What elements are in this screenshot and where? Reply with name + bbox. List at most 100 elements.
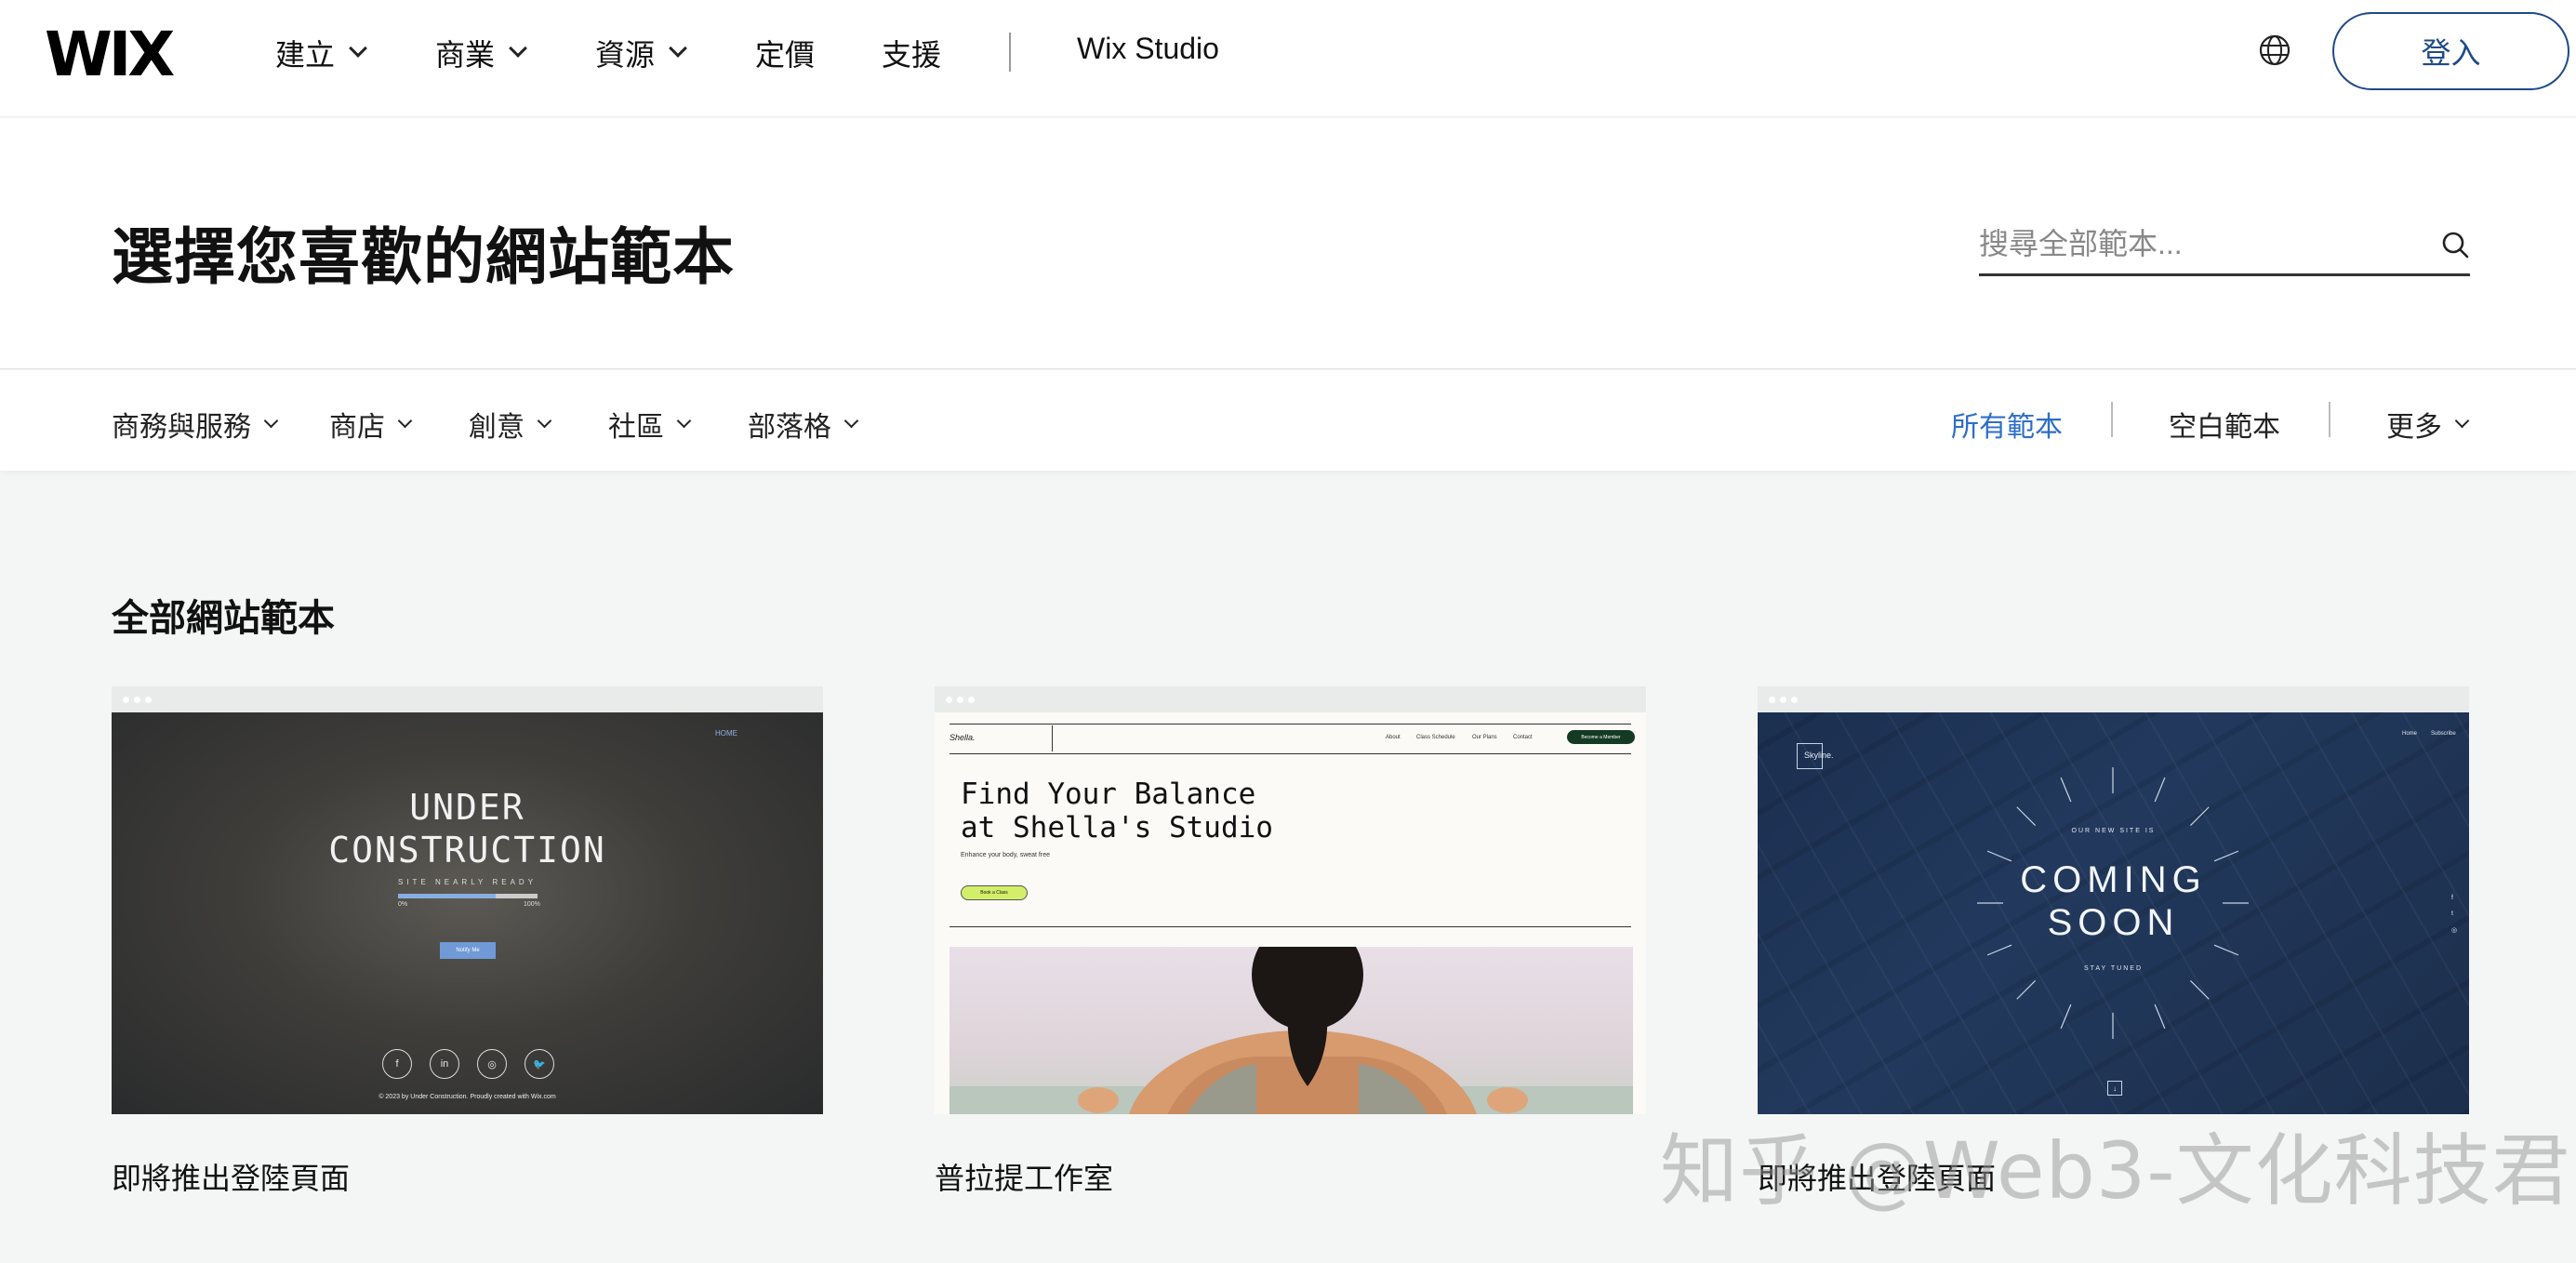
category-business-services[interactable]: 商務與服務 [112,404,279,445]
chevron-down-icon [397,413,413,428]
sunburst-ray [2190,980,2210,1000]
search-input[interactable] [1979,217,2425,271]
sunburst-ray [2016,806,2036,826]
top-nav: WIX 建立 商業 資源 定價 支援 Wix Studio 登入 [0,0,2576,117]
preview-brand: Skyline. [1804,751,1834,760]
category-creative[interactable]: 創意 [469,404,552,445]
preview-headline: UNDER [409,787,525,828]
nav-support[interactable]: 支援 [882,32,941,74]
preview-headline: COMING [2020,859,2207,900]
template-title[interactable]: 即將推出登陸頁面 [112,1155,350,1198]
preview-eyebrow: OUR NEW SITE IS [2071,828,2156,834]
preview-divider [949,926,1631,927]
nav-business[interactable]: 商業 [435,32,527,74]
preview-menu-item: Subscribe [2431,731,2456,737]
preview-menu-item: About [1386,735,1401,740]
sunburst-ray [2154,1004,2166,1030]
section-title: 全部網站範本 [112,598,335,639]
preview-progress-start: 0% [398,901,408,908]
globe-icon[interactable] [2258,33,2291,67]
category-store[interactable]: 商店 [329,404,413,445]
preview-menu-item: Class Schedule [1416,735,1455,740]
tab-blank-templates-label: 空白範本 [2169,412,2280,443]
login-button[interactable]: 登入 [2332,12,2569,90]
nav-build-label: 建立 [275,38,336,72]
nav-pricing[interactable]: 定價 [755,32,815,74]
browser-bar [112,686,823,712]
preview-tagline: Enhance your body, sweat free [961,852,1050,858]
sunburst-ray [2060,1004,2072,1030]
sunburst-ray [1986,944,2012,956]
chevron-down-icon [263,413,279,428]
linkedin-icon: in [430,1049,459,1079]
template-card-under-construction[interactable]: HOME UNDER CONSTRUCTION SITE NEARLY READ… [112,686,823,1114]
nav-business-label: 商業 [435,38,496,72]
nav-divider [1009,33,1011,72]
preview-progress-end: 100% [524,901,540,908]
preview-copyright: © 2023 by Under Construction. Proudly cr… [378,1094,556,1100]
category-label: 創意 [469,412,524,443]
preview-divider [949,753,1631,754]
browser-bar [935,686,1646,712]
category-bar: 商務與服務 商店 創意 社區 部落格 所有範本 空白範本 更多 [0,370,2576,471]
wix-logo[interactable]: WIX [45,19,175,90]
category-divider [2111,402,2113,437]
preview-cta: Become a Member [1567,730,1635,744]
sunburst-ray [2060,777,2072,803]
chevron-down-icon [509,39,527,58]
preview-headline: SOON [2047,902,2180,943]
template-card-pilates-studio[interactable]: Shella. About Class Schedule Our Plans C… [935,686,1646,1114]
preview-menu-item: Home [2402,731,2418,737]
chevron-down-icon [676,413,692,428]
tab-all-templates-label: 所有範本 [1951,412,2063,443]
sunburst-ray [2213,944,2239,956]
page-title: 選擇您喜歡的網站範本 [112,222,735,291]
sunburst-ray [2154,777,2166,803]
facebook-icon: f [382,1049,412,1079]
twitter-icon: t [2451,911,2453,917]
search-icon[interactable] [2440,230,2470,259]
preview-divider [1052,725,1053,751]
chevron-down-icon [349,39,367,58]
preview-book-button: Book a Class [961,885,1028,900]
nav-wix-studio-label: Wix Studio [1077,32,1219,65]
preview-menu-item: Our Plans [1472,735,1497,740]
preview-progress-bar [398,894,538,898]
preview-nav: HOME [715,729,737,738]
template-search [1979,217,2470,276]
chevron-down-icon [2454,413,2470,428]
sunburst-ray [2190,806,2210,826]
preview-divider [949,724,1631,725]
category-blog[interactable]: 部落格 [748,404,859,445]
preview-footer: STAY TUNED [2083,965,2144,972]
watermark: 知乎 @Web3-文化科技君 [1660,1125,2571,1216]
chevron-down-icon [843,413,859,428]
template-title[interactable]: 普拉提工作室 [935,1155,1113,1198]
category-label: 社區 [608,412,664,443]
category-label: 商務與服務 [112,412,251,443]
nav-support-label: 支援 [882,38,942,72]
nav-build[interactable]: 建立 [275,32,367,74]
nav-resources[interactable]: 資源 [595,32,687,74]
yoga-person-image [949,947,1633,1114]
preview-brand: Shella. [949,733,976,742]
twitter-icon: 🐦 [524,1049,554,1079]
category-label: 商店 [329,412,385,443]
category-label: 部落格 [748,412,831,443]
category-more[interactable]: 更多 [2386,404,2470,445]
chevron-down-icon [669,39,687,58]
instagram-icon: ◎ [477,1049,507,1079]
hero-section: 選擇您喜歡的網站範本 [0,118,2576,369]
category-more-label: 更多 [2386,412,2442,443]
facebook-icon: f [2451,895,2453,901]
tab-blank-templates[interactable]: 空白範本 [2169,404,2280,445]
nav-wix-studio[interactable]: Wix Studio [1077,32,1219,66]
preview-photo [949,947,1633,1114]
preview-notify-button: Notify Me [440,942,496,959]
nav-pricing-label: 定價 [755,38,816,72]
preview-menu-item: Contact [1513,735,1533,740]
preview-progress-fill [398,894,496,898]
tab-all-templates[interactable]: 所有範本 [1951,404,2063,445]
category-community[interactable]: 社區 [608,404,692,445]
template-card-coming-soon[interactable]: Skyline. Home Subscribe OUR NEW SITE IS … [1758,686,2469,1114]
